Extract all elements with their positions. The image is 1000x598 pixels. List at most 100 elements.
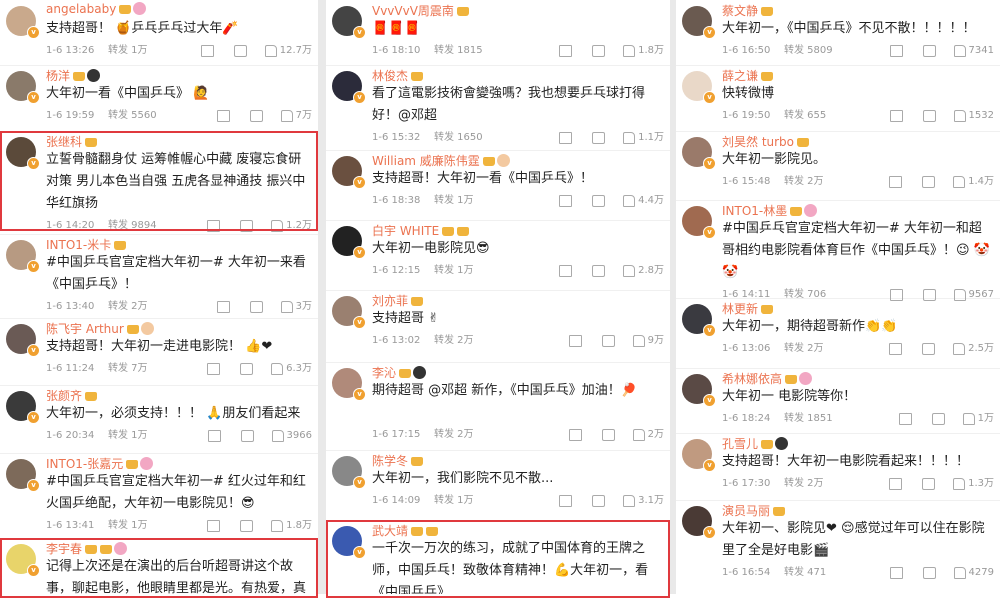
user-name[interactable]: 白宇 WHITE (372, 222, 470, 239)
comment-icon[interactable] (922, 110, 936, 122)
repost-count[interactable]: 转发 5560 (108, 109, 157, 123)
share-icon[interactable] (889, 567, 903, 579)
user-name-text[interactable]: 孔雪儿 (722, 437, 758, 451)
like-button[interactable]: 1万 (962, 412, 994, 426)
share-icon[interactable] (568, 429, 582, 441)
repost-count[interactable]: 转发 2万 (784, 342, 824, 356)
comment-icon[interactable] (240, 363, 254, 375)
comment-icon[interactable] (592, 265, 606, 277)
share-icon[interactable] (559, 45, 573, 57)
user-name[interactable]: 刘昊然 turbo (722, 133, 810, 150)
comment-icon[interactable] (233, 45, 247, 57)
repost-count[interactable]: 转发 655 (784, 109, 826, 123)
share-icon[interactable] (559, 195, 573, 207)
like-button[interactable]: 12.7万 (264, 44, 312, 58)
repost-count[interactable]: 转发 7万 (108, 362, 148, 376)
comment-icon[interactable] (592, 45, 606, 57)
user-name-text[interactable]: angelababy (46, 2, 116, 16)
user-name[interactable]: 张继科 (46, 133, 98, 150)
like-button[interactable]: 2.5万 (953, 342, 994, 356)
comment-icon[interactable] (249, 301, 263, 313)
like-button[interactable]: 1.3万 (953, 477, 994, 491)
repost-count[interactable]: 转发 1万 (434, 264, 474, 278)
comment-icon[interactable] (601, 429, 615, 441)
comment-icon[interactable] (922, 343, 936, 355)
repost-count[interactable]: 转发 1650 (434, 131, 483, 145)
user-name-text[interactable]: William 威廉陈伟霆 (372, 154, 480, 168)
repost-count[interactable]: 转发 2万 (434, 334, 474, 348)
like-button[interactable]: 7万 (280, 109, 312, 123)
share-icon[interactable] (207, 430, 221, 442)
like-button[interactable]: 1532 (953, 109, 994, 123)
user-name-text[interactable]: 李沁 (372, 366, 396, 380)
user-name-text[interactable]: 张颜齐 (46, 389, 82, 403)
share-icon[interactable] (216, 110, 230, 122)
user-name[interactable]: 希林娜依高 (722, 370, 813, 387)
user-name-text[interactable]: 刘昊然 turbo (722, 135, 794, 149)
repost-count[interactable]: 转发 1万 (108, 429, 148, 443)
comment-icon[interactable] (240, 220, 254, 232)
user-name-text[interactable]: 白宇 WHITE (372, 224, 439, 238)
comment-icon[interactable] (922, 567, 936, 579)
user-name-text[interactable]: 林俊杰 (372, 69, 408, 83)
repost-count[interactable]: 转发 1万 (108, 44, 148, 58)
user-name-text[interactable]: INTO1-米卡 (46, 238, 111, 252)
user-name[interactable]: 孔雪儿 (722, 435, 789, 452)
user-name-text[interactable]: 杨洋 (46, 69, 70, 83)
repost-count[interactable]: 转发 9894 (108, 219, 157, 233)
comment-icon[interactable] (601, 335, 615, 347)
repost-count[interactable]: 转发 2万 (784, 477, 824, 491)
comment-icon[interactable] (249, 110, 263, 122)
like-button[interactable]: 6.3万 (271, 362, 312, 376)
share-icon[interactable] (559, 265, 573, 277)
user-name[interactable]: VvvVvV周震南 (372, 2, 469, 19)
share-icon[interactable] (889, 110, 903, 122)
user-name-text[interactable]: 希林娜依高 (722, 372, 782, 386)
user-name[interactable]: INTO1-米卡 (46, 236, 127, 253)
share-icon[interactable] (898, 413, 912, 425)
share-icon[interactable] (216, 301, 230, 313)
user-name[interactable]: 林更新 (722, 300, 774, 317)
user-name-text[interactable]: 陈学冬 (372, 454, 408, 468)
like-button[interactable]: 4279 (953, 566, 994, 580)
user-name-text[interactable]: INTO1-张嘉元 (46, 457, 123, 471)
user-name[interactable]: INTO1-张嘉元 (46, 455, 154, 472)
comment-icon[interactable] (240, 430, 254, 442)
user-name[interactable]: 杨洋 (46, 67, 101, 84)
repost-count[interactable]: 转发 2万 (434, 428, 474, 442)
user-name-text[interactable]: VvvVvV周震南 (372, 4, 454, 18)
user-name-text[interactable]: 张继科 (46, 135, 82, 149)
user-name-text[interactable]: 蔡文静 (722, 4, 758, 18)
user-name[interactable]: 刘亦菲 (372, 292, 424, 309)
user-name[interactable]: 薛之谦 (722, 67, 774, 84)
like-button[interactable]: 1.2万 (271, 219, 312, 233)
like-button[interactable]: 1.8万 (271, 519, 312, 533)
like-button[interactable]: 2万 (632, 428, 664, 442)
comment-icon[interactable] (592, 132, 606, 144)
share-icon[interactable] (889, 478, 903, 490)
like-button[interactable]: 2.8万 (623, 264, 664, 278)
user-name-text[interactable]: 武大靖 (372, 524, 408, 538)
share-icon[interactable] (889, 45, 903, 57)
repost-count[interactable]: 转发 1815 (434, 44, 483, 58)
user-name[interactable]: 陈学冬 (372, 452, 424, 469)
like-button[interactable]: 1.4万 (953, 175, 994, 189)
comment-icon[interactable] (931, 413, 945, 425)
user-name[interactable]: INTO1-林墨 (722, 202, 818, 219)
like-button[interactable]: 3.1万 (623, 494, 664, 508)
comment-icon[interactable] (922, 478, 936, 490)
share-icon[interactable] (207, 220, 221, 232)
share-icon[interactable] (889, 176, 903, 188)
user-name[interactable]: 林俊杰 (372, 67, 424, 84)
user-name-text[interactable]: 演员马丽 (722, 504, 770, 518)
like-button[interactable]: 3万 (280, 300, 312, 314)
user-name[interactable]: 张颜齐 (46, 387, 98, 404)
repost-count[interactable]: 转发 2万 (784, 175, 824, 189)
user-name-text[interactable]: 刘亦菲 (372, 294, 408, 308)
comment-icon[interactable] (592, 495, 606, 507)
like-button[interactable]: 9万 (632, 334, 664, 348)
user-name[interactable]: William 威廉陈伟霆 (372, 152, 510, 169)
repost-count[interactable]: 转发 1万 (108, 519, 148, 533)
share-icon[interactable] (200, 45, 214, 57)
like-button[interactable]: 1.8万 (623, 44, 664, 58)
